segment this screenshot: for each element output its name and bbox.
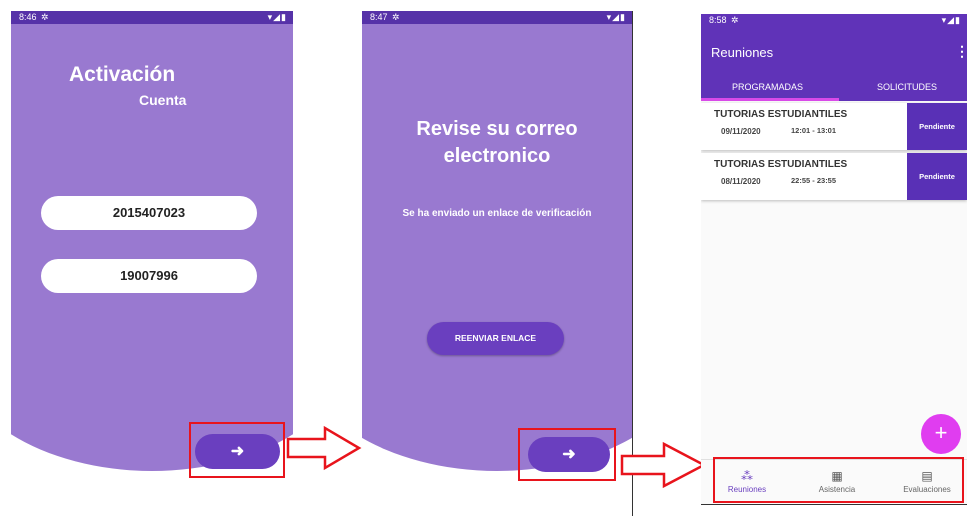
signal-battery-icon: ▾◢▮ <box>606 12 626 22</box>
status-bar: 8:47 ✲ ▾◢▮ <box>362 11 632 24</box>
meeting-date: 09/11/2020 <box>721 127 761 136</box>
tab-solicitudes[interactable]: SOLICITUDES <box>877 82 937 92</box>
title-line-1: Revise su correo <box>416 118 578 140</box>
app-title: Reuniones <box>711 45 774 60</box>
meeting-card[interactable]: TUTORIAS ESTUDIANTILES 09/11/2020 12:01 … <box>701 103 967 150</box>
overflow-menu-icon[interactable]: ⋮ <box>955 43 967 60</box>
gear-icon: ✲ <box>41 12 49 22</box>
highlight-box <box>189 422 285 478</box>
meeting-card[interactable]: TUTORIAS ESTUDIANTILES 08/11/2020 22:55 … <box>701 153 967 200</box>
page-title: Revise su correo electronico <box>372 116 622 170</box>
meeting-date: 08/11/2020 <box>721 177 761 186</box>
meeting-hours: 22:55 - 23:55 <box>791 176 837 185</box>
app-bar: 8:58 ✲ ▾◢▮ Reuniones ⋮ PROGRAMADAS SOLIC… <box>701 14 967 101</box>
status-badge: Pendiente <box>907 153 967 200</box>
meeting-hours: 12:01 - 13:01 <box>791 126 837 135</box>
title-line-2: electronico <box>443 145 551 167</box>
gear-icon: ✲ <box>731 15 739 25</box>
meeting-name: TUTORIAS ESTUDIANTILES <box>714 159 848 170</box>
status-time: 8:58 <box>709 15 727 25</box>
gear-icon: ✲ <box>392 12 400 22</box>
add-meeting-button[interactable]: + <box>921 414 961 454</box>
meeting-name: TUTORIAS ESTUDIANTILES <box>714 109 848 120</box>
flow-arrow <box>286 425 362 471</box>
signal-battery-icon: ▾◢▮ <box>267 12 287 22</box>
tab-programadas[interactable]: PROGRAMADAS <box>732 82 803 92</box>
highlight-box <box>713 457 964 503</box>
status-bar: 8:46 ✲ ▾◢▮ <box>11 11 293 24</box>
verification-message: Se ha enviado un enlace de verificación <box>402 208 592 219</box>
resend-link-button[interactable]: REENVIAR ENLACE <box>427 322 564 355</box>
status-time: 8:46 <box>19 12 37 22</box>
tab-indicator <box>701 98 839 101</box>
student-code-field[interactable]: 2015407023 <box>41 196 257 230</box>
status-badge: Pendiente <box>907 103 967 150</box>
flow-arrow <box>620 441 707 489</box>
id-number-field[interactable]: 19007996 <box>41 259 257 293</box>
purple-background <box>362 11 632 471</box>
page-subtitle: Cuenta <box>139 92 187 108</box>
status-bar: 8:58 ✲ ▾◢▮ <box>701 14 967 27</box>
meetings-screen: 8:58 ✲ ▾◢▮ Reuniones ⋮ PROGRAMADAS SOLIC… <box>701 14 967 505</box>
signal-battery-icon: ▾◢▮ <box>941 15 961 25</box>
status-time: 8:47 <box>370 12 388 22</box>
highlight-box <box>518 428 616 481</box>
page-title: Activación <box>69 63 176 86</box>
